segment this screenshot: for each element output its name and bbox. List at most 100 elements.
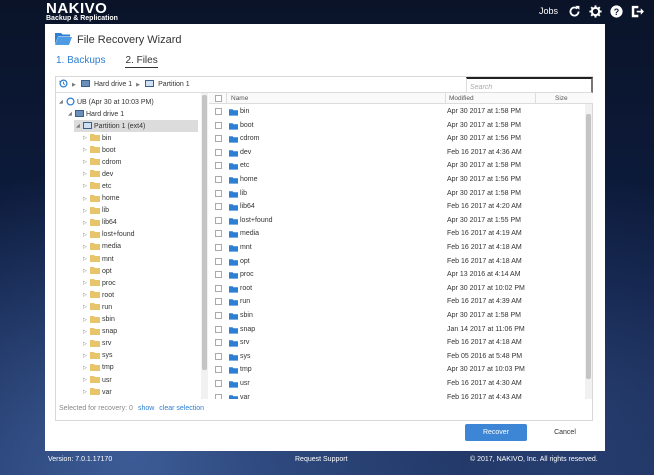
- expand-icon[interactable]: ▷: [83, 196, 88, 202]
- clear-selection-link[interactable]: clear selection: [159, 405, 204, 412]
- table-row[interactable]: run Feb 16 2017 at 4:39 AM: [209, 295, 584, 309]
- breadcrumb-hard-drive[interactable]: Hard drive 1: [94, 81, 132, 88]
- expand-icon[interactable]: ▷: [83, 256, 88, 262]
- row-checkbox[interactable]: [215, 176, 222, 183]
- row-name[interactable]: run: [240, 298, 250, 305]
- tree-folder-sys[interactable]: ▷ sys: [83, 350, 113, 362]
- expand-icon[interactable]: ▷: [83, 208, 88, 214]
- row-checkbox[interactable]: [215, 339, 222, 347]
- table-row[interactable]: home Apr 30 2017 at 1:56 PM: [209, 173, 584, 187]
- tree-folder-lostfound[interactable]: ▷ lost+found: [83, 229, 135, 241]
- row-checkbox[interactable]: [215, 366, 222, 374]
- row-checkbox[interactable]: [215, 352, 222, 360]
- row-name[interactable]: usr: [240, 380, 250, 387]
- row-name[interactable]: snap: [240, 326, 255, 333]
- table-row[interactable]: proc Apr 13 2016 at 4:14 AM: [209, 268, 584, 282]
- expand-icon[interactable]: ▷: [83, 135, 88, 141]
- grid-scroll-thumb[interactable]: [586, 114, 591, 379]
- row-checkbox[interactable]: [215, 312, 222, 319]
- tree-folder-proc[interactable]: ▷ proc: [83, 277, 116, 289]
- table-row[interactable]: lib64 Feb 16 2017 at 4:20 AM: [209, 200, 584, 214]
- grid-scrollbar[interactable]: [585, 104, 592, 399]
- select-all-checkbox[interactable]: [215, 95, 222, 102]
- table-row[interactable]: usr Feb 16 2017 at 4:30 AM: [209, 377, 584, 391]
- show-link[interactable]: show: [138, 405, 154, 412]
- request-support-link[interactable]: Request Support: [295, 456, 348, 463]
- table-row[interactable]: media Feb 16 2017 at 4:19 AM: [209, 227, 584, 241]
- table-row[interactable]: bin Apr 30 2017 at 1:58 PM: [209, 105, 584, 119]
- expand-icon[interactable]: ▷: [83, 292, 88, 298]
- expand-icon[interactable]: ▷: [83, 341, 88, 347]
- row-name[interactable]: lib: [240, 190, 247, 197]
- row-checkbox[interactable]: [215, 393, 222, 399]
- row-name[interactable]: etc: [240, 162, 249, 169]
- table-row[interactable]: sbin Apr 30 2017 at 1:58 PM: [209, 309, 584, 323]
- expand-icon[interactable]: ◢: [76, 123, 81, 129]
- table-row[interactable]: opt Feb 16 2017 at 4:18 AM: [209, 254, 584, 269]
- table-row[interactable]: snap Jan 14 2017 at 11:06 PM: [209, 323, 584, 337]
- gear-icon[interactable]: [588, 4, 602, 18]
- tree-folder-tmp[interactable]: ▷ tmp: [83, 362, 114, 374]
- row-checkbox[interactable]: [215, 203, 222, 211]
- tree-folder-boot[interactable]: ▷ boot: [83, 144, 116, 156]
- step-backups[interactable]: 1. Backups: [56, 55, 105, 68]
- tree-folder-dev[interactable]: ▷ dev: [83, 168, 113, 180]
- table-row[interactable]: boot Apr 30 2017 at 1:58 PM: [209, 118, 584, 133]
- expand-icon[interactable]: ▷: [83, 329, 88, 335]
- table-row[interactable]: var Feb 16 2017 at 4:43 AM: [209, 390, 584, 399]
- row-name[interactable]: cdrom: [240, 135, 259, 142]
- row-name[interactable]: lib64: [240, 203, 255, 210]
- help-icon[interactable]: ?: [609, 4, 623, 18]
- tree-folder-bin[interactable]: ▷ bin: [83, 132, 111, 144]
- row-checkbox[interactable]: [215, 230, 222, 238]
- table-row[interactable]: etc Apr 30 2017 at 1:58 PM: [209, 159, 584, 173]
- table-row[interactable]: lost+found Apr 30 2017 at 1:55 PM: [209, 214, 584, 228]
- row-name[interactable]: media: [240, 230, 259, 237]
- row-checkbox[interactable]: [215, 162, 222, 170]
- tree-partition[interactable]: ◢ Partition 1 (ext4): [74, 120, 198, 132]
- table-row[interactable]: tmp Apr 30 2017 at 10:03 PM: [209, 363, 584, 377]
- tree-folder-lib[interactable]: ▷ lib: [83, 205, 109, 217]
- row-checkbox[interactable]: [215, 135, 222, 143]
- expand-icon[interactable]: ▷: [83, 377, 88, 383]
- expand-icon[interactable]: ▷: [83, 183, 88, 189]
- jobs-link[interactable]: Jobs: [539, 6, 558, 16]
- expand-icon[interactable]: ▷: [83, 232, 88, 238]
- tree-folder-root[interactable]: ▷ root: [83, 289, 114, 301]
- search-input[interactable]: [466, 77, 593, 93]
- tree-folder-var[interactable]: ▷ var: [83, 386, 112, 398]
- expand-icon[interactable]: ▷: [83, 317, 88, 323]
- column-name[interactable]: Name: [231, 95, 248, 102]
- row-name[interactable]: mnt: [240, 244, 252, 251]
- breadcrumb-partition[interactable]: Partition 1: [158, 81, 190, 88]
- column-size[interactable]: Size: [555, 95, 568, 102]
- expand-icon[interactable]: ▷: [83, 268, 88, 274]
- tree-folder-home[interactable]: ▷ home: [83, 193, 120, 205]
- column-modified[interactable]: Modified: [449, 95, 474, 102]
- row-checkbox[interactable]: [215, 380, 222, 387]
- cancel-button[interactable]: Cancel: [545, 424, 585, 441]
- row-name[interactable]: var: [240, 394, 250, 399]
- expand-icon[interactable]: ◢: [68, 111, 73, 117]
- row-checkbox[interactable]: [215, 216, 222, 224]
- tree-folder-etc[interactable]: ▷ etc: [83, 180, 111, 192]
- row-checkbox[interactable]: [215, 257, 222, 265]
- tree-folder-run[interactable]: ▷ run: [83, 301, 112, 313]
- row-name[interactable]: opt: [240, 258, 250, 265]
- row-checkbox[interactable]: [215, 148, 222, 156]
- row-name[interactable]: tmp: [240, 366, 252, 373]
- expand-icon[interactable]: ▷: [83, 171, 88, 177]
- row-name[interactable]: dev: [240, 149, 251, 156]
- row-checkbox[interactable]: [215, 284, 222, 292]
- row-checkbox[interactable]: [215, 298, 222, 306]
- tree-drive[interactable]: ◢ Hard drive 1: [68, 108, 124, 120]
- history-icon[interactable]: [59, 79, 68, 90]
- expand-icon[interactable]: ▷: [83, 147, 88, 153]
- row-name[interactable]: root: [240, 285, 252, 292]
- tree-folder-usr[interactable]: ▷ usr: [83, 374, 112, 386]
- expand-icon[interactable]: ▷: [83, 353, 88, 359]
- row-checkbox[interactable]: [215, 189, 222, 197]
- expand-icon[interactable]: ◢: [59, 99, 64, 105]
- expand-icon[interactable]: ▷: [83, 220, 88, 226]
- tree-folder-cdrom[interactable]: ▷ cdrom: [83, 156, 121, 168]
